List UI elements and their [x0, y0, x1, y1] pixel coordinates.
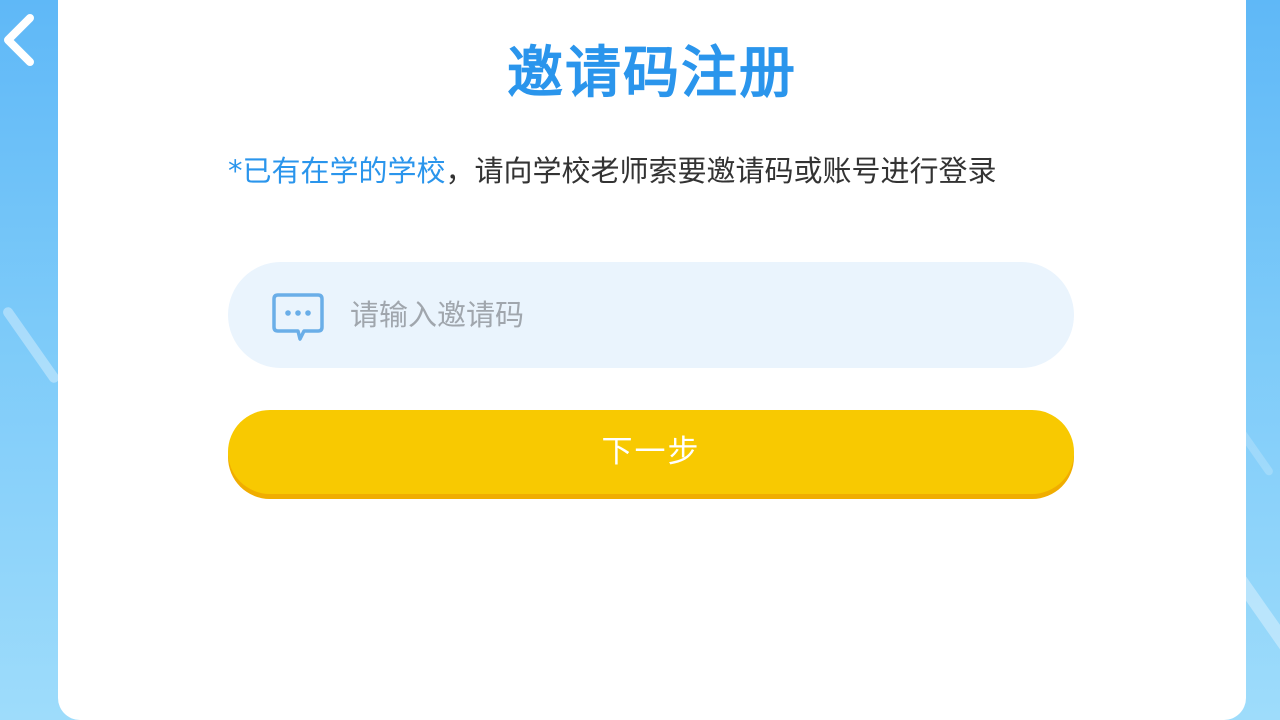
chevron-left-icon — [4, 14, 34, 66]
page-title: 邀请码注册 — [507, 41, 797, 106]
invite-code-input[interactable] — [348, 297, 992, 333]
invite-notice: *已有在学的学校，请向学校老师索要邀请码或账号进行登录 — [228, 150, 1088, 192]
chat-bubble-icon — [272, 293, 324, 341]
next-button[interactable]: 下一步 — [228, 410, 1074, 494]
invite-code-field[interactable] — [228, 262, 1074, 368]
background-decoration — [1, 305, 61, 385]
app-screen: 邀请码注册 *已有在学的学校，请向学校老师索要邀请码或账号进行登录 下一步 — [0, 0, 1280, 720]
notice-text: ，请向学校老师索要邀请码或账号进行登录 — [445, 154, 997, 188]
notice-highlight: *已有在学的学校 — [228, 154, 446, 188]
register-card: 邀请码注册 *已有在学的学校，请向学校老师索要邀请码或账号进行登录 下一步 — [58, 0, 1246, 720]
back-button[interactable] — [0, 8, 44, 68]
